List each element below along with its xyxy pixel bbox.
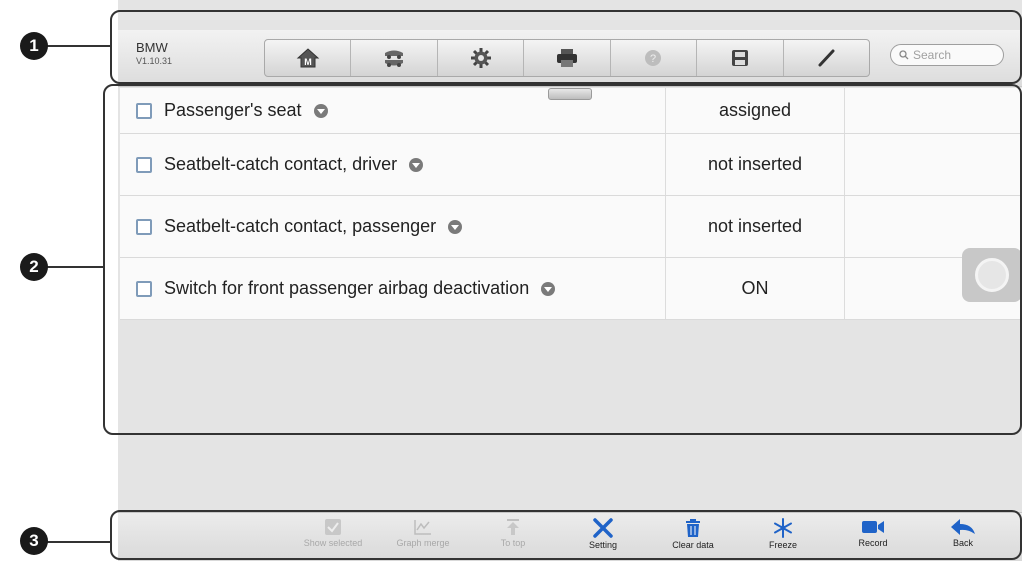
- callout-badge-1: 1: [20, 32, 48, 60]
- callout-badge-2: 2: [20, 253, 48, 281]
- callout-frame-toolbar: [110, 10, 1022, 84]
- callout-leader-2: [42, 266, 103, 268]
- callout-leader-1: [42, 45, 110, 47]
- callout-frame-main: [103, 84, 1022, 435]
- callout-leader-3: [42, 541, 110, 543]
- callout-frame-functions: [110, 510, 1022, 560]
- callout-badge-3: 3: [20, 527, 48, 555]
